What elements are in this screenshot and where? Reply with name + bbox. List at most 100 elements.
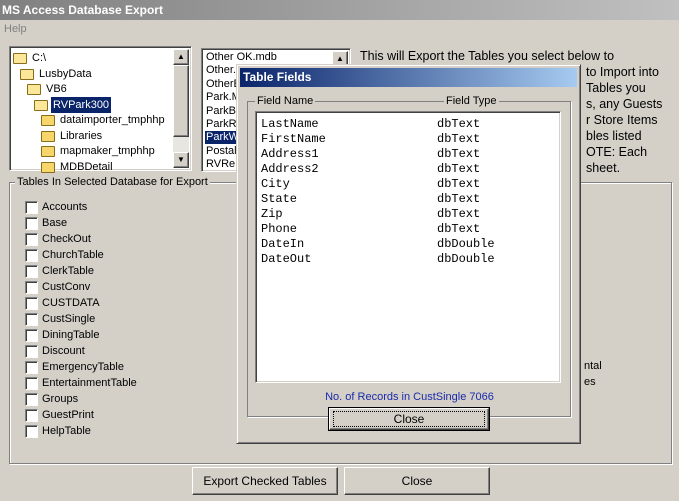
menu-bar: Help bbox=[0, 20, 679, 38]
file-item[interactable]: RVRe bbox=[205, 158, 236, 171]
directory-item[interactable]: C:\ bbox=[30, 50, 48, 66]
file-item[interactable]: ParkR bbox=[205, 118, 238, 131]
column-header-field-type: Field Type bbox=[444, 95, 499, 108]
table-checkbox[interactable] bbox=[25, 264, 38, 278]
table-checkbox-row[interactable]: EmergencyTable bbox=[25, 360, 124, 376]
table-checkbox[interactable] bbox=[25, 392, 38, 406]
info-text-line: to Import into bbox=[586, 65, 659, 79]
field-row[interactable]: City dbText bbox=[261, 177, 551, 192]
table-checkbox-row[interactable]: DiningTable bbox=[25, 328, 99, 344]
field-type: dbText bbox=[437, 222, 481, 236]
table-checkbox-row[interactable]: EntertainmentTable bbox=[25, 376, 137, 392]
table-checkbox-label: CustSingle bbox=[42, 313, 96, 325]
table-checkbox-label: CUSTDATA bbox=[42, 297, 100, 309]
table-checkbox-row[interactable]: ClerkTable bbox=[25, 264, 94, 280]
table-checkbox[interactable] bbox=[25, 424, 38, 438]
directory-item[interactable]: mapmaker_tmphhp bbox=[58, 143, 157, 159]
field-row[interactable]: Address1 dbText bbox=[261, 147, 551, 162]
table-checkbox[interactable] bbox=[25, 280, 38, 294]
field-row[interactable]: DateOut dbDouble bbox=[261, 252, 551, 267]
close-button[interactable]: Close bbox=[344, 467, 490, 495]
right-fragment-text: es bbox=[584, 376, 596, 388]
directory-scrollbar[interactable]: ▲ ▼ bbox=[173, 49, 189, 168]
folder-icon bbox=[41, 115, 55, 126]
scroll-down-button[interactable]: ▼ bbox=[173, 152, 189, 168]
table-checkbox-row[interactable]: CustConv bbox=[25, 280, 90, 296]
field-type: dbText bbox=[437, 117, 481, 131]
file-item[interactable]: ParkW bbox=[205, 131, 240, 145]
info-text-line: Tables you bbox=[586, 81, 646, 95]
table-checkbox-row[interactable]: CustSingle bbox=[25, 312, 95, 328]
export-checked-tables-button[interactable]: Export Checked Tables bbox=[192, 467, 338, 495]
table-checkbox[interactable] bbox=[25, 248, 38, 262]
table-checkbox[interactable] bbox=[25, 408, 38, 422]
table-checkbox[interactable] bbox=[25, 376, 38, 390]
right-fragment-text: ntal bbox=[584, 360, 602, 372]
table-checkbox-row[interactable]: ChurchTable bbox=[25, 248, 104, 264]
field-name: LastName bbox=[261, 117, 319, 131]
directory-list[interactable]: C:\ LusbyData VB6 RVPark300 dataimporter_tmp… bbox=[9, 46, 192, 173]
info-text-line: sheet. bbox=[586, 161, 621, 175]
scroll-up-button[interactable]: ▲ bbox=[173, 49, 189, 65]
file-item[interactable]: ParkBl bbox=[205, 105, 239, 118]
field-row[interactable]: Zip dbText bbox=[261, 207, 551, 222]
table-checkbox-label: ChurchTable bbox=[42, 249, 104, 261]
fields-list[interactable]: LastName dbText FirstName dbText Address1 dbT… bbox=[255, 111, 561, 383]
field-type: dbText bbox=[437, 132, 481, 146]
menu-help[interactable]: Help bbox=[4, 23, 27, 35]
column-header-field-name: Field Name bbox=[255, 95, 316, 108]
field-row[interactable]: State dbText bbox=[261, 192, 551, 207]
table-checkbox-row[interactable]: CheckOut bbox=[25, 232, 91, 248]
table-checkbox-row[interactable]: HelpTable bbox=[25, 424, 91, 440]
field-row[interactable]: Phone dbText bbox=[261, 222, 551, 237]
table-checkbox-label: Base bbox=[42, 217, 68, 229]
table-checkbox-label: CustConv bbox=[42, 281, 91, 293]
table-checkbox[interactable] bbox=[25, 344, 38, 358]
table-checkbox-row[interactable]: GuestPrint bbox=[25, 408, 94, 424]
table-checkbox[interactable] bbox=[25, 216, 38, 230]
directory-item[interactable]: Libraries bbox=[58, 128, 104, 144]
dialog-close-button[interactable]: Close bbox=[328, 407, 490, 431]
directory-item[interactable]: VB6 bbox=[44, 81, 69, 97]
table-checkbox[interactable] bbox=[25, 312, 38, 326]
field-name: State bbox=[261, 192, 298, 206]
table-checkbox-row[interactable]: Discount bbox=[25, 344, 85, 360]
folder-icon bbox=[41, 130, 55, 142]
table-checkbox-row[interactable]: CUSTDATA bbox=[25, 296, 100, 312]
scroll-thumb[interactable] bbox=[173, 65, 189, 137]
info-text-line: bles listed bbox=[586, 129, 642, 143]
table-checkbox[interactable] bbox=[25, 328, 38, 342]
directory-item[interactable]: LusbyData bbox=[37, 66, 94, 82]
info-text-line: r Store Items bbox=[586, 113, 658, 127]
field-type: dbDouble bbox=[437, 252, 495, 266]
folder-open-icon bbox=[34, 99, 48, 111]
dialog-close-label: Close bbox=[393, 412, 425, 426]
field-type: dbText bbox=[437, 177, 481, 191]
table-checkbox[interactable] bbox=[25, 360, 38, 374]
table-checkbox-label: ClerkTable bbox=[42, 265, 94, 277]
table-checkbox-label: Accounts bbox=[42, 201, 88, 213]
record-count-label: No. of Records in CustSingle 7066 bbox=[325, 391, 494, 403]
table-checkbox-label: CheckOut bbox=[42, 233, 91, 245]
field-row[interactable]: LastName dbText bbox=[261, 117, 551, 132]
field-row[interactable]: DateIn dbDouble bbox=[261, 237, 551, 252]
table-checkbox-row[interactable]: Accounts bbox=[25, 200, 87, 216]
folder-open-icon bbox=[27, 84, 41, 95]
table-checkbox-row[interactable]: Groups bbox=[25, 392, 78, 408]
field-type: dbText bbox=[437, 207, 481, 221]
table-checkbox[interactable] bbox=[25, 232, 38, 246]
dialog-title: Table Fields bbox=[240, 68, 577, 87]
file-item[interactable]: Postall bbox=[205, 145, 240, 158]
directory-item[interactable]: MDBDetail bbox=[58, 159, 115, 175]
info-text-line: OTE: Each bbox=[586, 145, 648, 159]
file-item[interactable]: Other OK.mdb bbox=[205, 51, 278, 64]
field-name: Zip bbox=[261, 207, 283, 221]
directory-item[interactable]: dataimporter_tmphhp bbox=[58, 112, 167, 128]
table-checkbox-row[interactable]: Base bbox=[25, 216, 67, 232]
directory-item[interactable]: RVPark300 bbox=[51, 96, 112, 113]
table-checkbox[interactable] bbox=[25, 200, 38, 214]
field-name: Phone bbox=[261, 222, 298, 236]
field-row[interactable]: FirstName dbText bbox=[261, 132, 551, 147]
field-row[interactable]: Address2 dbText bbox=[261, 162, 551, 177]
table-checkbox[interactable] bbox=[25, 296, 38, 310]
